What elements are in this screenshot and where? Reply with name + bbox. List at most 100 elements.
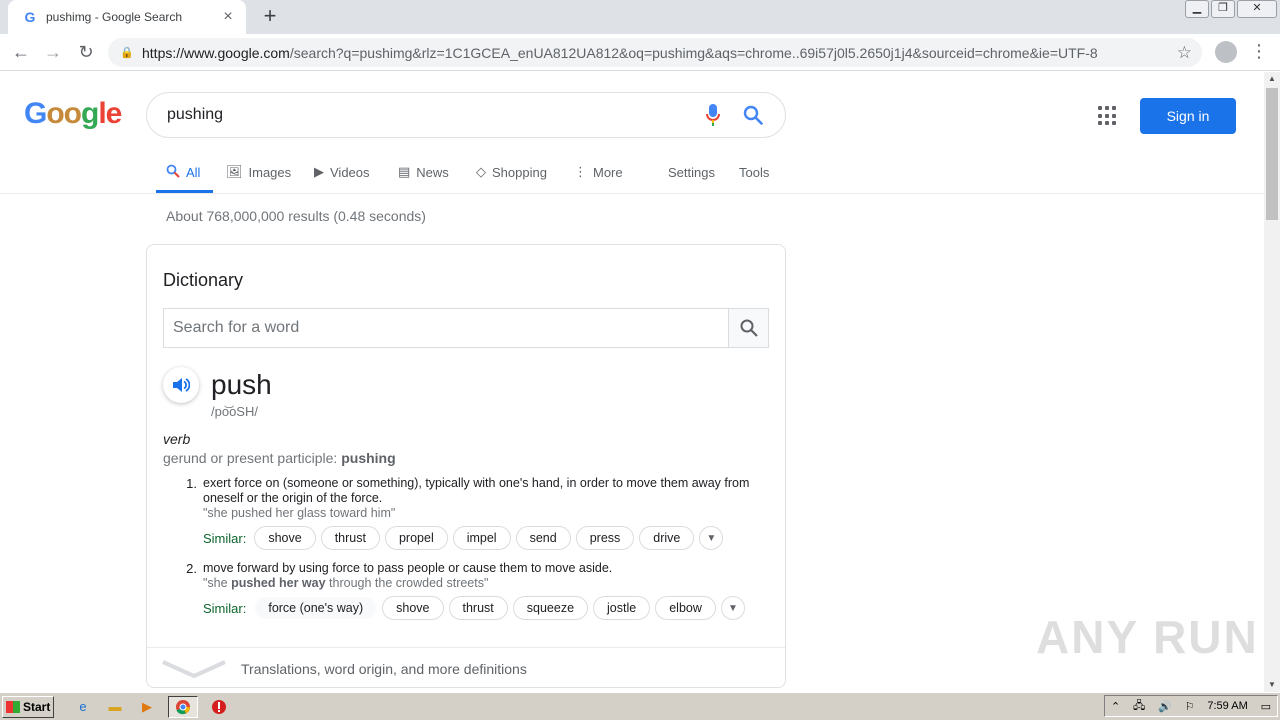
search-small-icon: [166, 164, 180, 181]
lock-icon: 🔒: [120, 47, 134, 59]
folder-icon[interactable]: ▬: [104, 696, 126, 718]
similar-words-row: Similar: force (one's way) shove thrust …: [203, 596, 745, 620]
chrome-taskbar-icon[interactable]: [168, 695, 198, 718]
system-tray: ⌃ 🖧 🔊 ⚐ 7:59 AM ▭: [1104, 695, 1278, 717]
video-icon: ▶: [314, 164, 324, 179]
scrollbar-thumb[interactable]: [1266, 88, 1278, 220]
search-input[interactable]: [167, 106, 701, 124]
definition-text: move forward by using force to pass peop…: [203, 561, 613, 575]
clock[interactable]: 7:59 AM: [1207, 700, 1247, 712]
tab-videos[interactable]: ▶ Videos: [314, 163, 370, 181]
forward-arrow-icon[interactable]: →: [40, 40, 66, 64]
browser-tab[interactable]: G pushimg - Google Search ×: [8, 0, 246, 34]
google-favicon-icon: G: [24, 9, 36, 25]
page-scrollbar[interactable]: ▲ ▼: [1264, 72, 1280, 692]
volume-icon[interactable]: 🔊: [1158, 700, 1172, 713]
chevron-down-icon[interactable]: ▼: [720, 596, 745, 620]
more-vertical-icon: ⋮: [574, 164, 587, 179]
similar-chip[interactable]: shove: [254, 526, 316, 550]
address-bar[interactable]: 🔒 https://www.google.com/search?q=pushim…: [108, 38, 1202, 67]
tab-news[interactable]: ▤ News: [398, 163, 449, 181]
definition-number: 1.: [186, 476, 197, 491]
restore-button[interactable]: ❐: [1211, 0, 1235, 18]
back-arrow-icon[interactable]: ←: [8, 40, 34, 64]
browser-tabstrip: G pushimg - Google Search × + ▁ ❐ ✕: [0, 0, 1280, 34]
search-box[interactable]: [146, 92, 786, 138]
definition-text: exert force on (someone or something), t…: [203, 476, 750, 505]
internet-explorer-icon[interactable]: e: [72, 696, 94, 718]
more-definitions-link[interactable]: Translations, word origin, and more defi…: [147, 647, 785, 687]
tray-expand-icon[interactable]: ⌃: [1111, 700, 1120, 713]
browser-toolbar: ← → ↻ 🔒 https://www.google.com/search?q=…: [0, 34, 1280, 71]
similar-label: Similar:: [203, 530, 247, 546]
profile-avatar-icon[interactable]: [1215, 41, 1237, 63]
start-button[interactable]: Start: [2, 695, 54, 718]
similar-words-row: Similar: shove thrust propel impel send …: [203, 526, 724, 550]
anyrun-watermark: ANY RUN: [1036, 611, 1259, 663]
similar-chip[interactable]: thrust: [320, 526, 380, 550]
similar-chip[interactable]: drive: [639, 526, 695, 550]
result-stats: About 768,000,000 results (0.48 seconds): [166, 208, 426, 224]
tab-tools[interactable]: Tools: [739, 163, 769, 181]
similar-chip[interactable]: elbow: [655, 596, 716, 620]
similar-label: Similar:: [203, 600, 247, 616]
search-icon: [740, 319, 758, 337]
speaker-icon: [173, 378, 190, 392]
news-icon: ▤: [398, 164, 411, 179]
new-tab-button[interactable]: +: [258, 5, 282, 29]
close-tab-icon[interactable]: ×: [220, 8, 236, 26]
chevron-down-icon: [147, 659, 241, 679]
pronunciation-speaker-button[interactable]: [163, 367, 199, 403]
similar-chip[interactable]: jostle: [593, 596, 651, 620]
search-tabs: All 🖼 Images ▶ Videos ▤ News ◇ Shopping ⋮ Mor…: [0, 152, 1264, 194]
show-desktop-icon[interactable]: ▭: [1261, 700, 1271, 713]
stop-sign-icon[interactable]: [208, 696, 230, 718]
windows-taskbar: Start e ▬ ▶ ⌃ 🖧 🔊 ⚐ 7:59 AM ▭: [0, 692, 1280, 720]
window-close-button[interactable]: ✕: [1237, 0, 1277, 18]
image-icon: 🖼: [226, 164, 243, 179]
similar-chip[interactable]: propel: [384, 526, 448, 550]
similar-chip[interactable]: press: [575, 526, 635, 550]
similar-chip[interactable]: impel: [452, 526, 511, 550]
google-doodle-logo[interactable]: Google: [24, 97, 122, 131]
chevron-down-icon[interactable]: ▼: [699, 526, 724, 550]
tab-shopping[interactable]: ◇ Shopping: [476, 163, 547, 181]
bookmark-star-icon[interactable]: ☆: [1177, 43, 1192, 63]
minimize-button[interactable]: ▁: [1185, 0, 1209, 18]
search-icon[interactable]: [741, 103, 765, 127]
dictionary-search-button[interactable]: [728, 309, 768, 347]
definition-example: "she pushed her way through the crowded …: [203, 576, 489, 590]
network-icon[interactable]: 🖧: [1133, 697, 1145, 716]
sign-in-button[interactable]: Sign in: [1140, 98, 1236, 134]
dictionary-search: [163, 308, 769, 348]
tab-more[interactable]: ⋮ More: [574, 163, 623, 181]
similar-chip[interactable]: shove: [382, 596, 444, 620]
scroll-down-arrow-icon[interactable]: ▼: [1264, 678, 1280, 692]
similar-chip[interactable]: squeeze: [512, 596, 589, 620]
tag-icon: ◇: [476, 164, 486, 179]
phonetic-spelling: /po͝oSH/: [211, 404, 258, 419]
similar-chip-plain: force (one's way): [254, 596, 378, 620]
microphone-icon[interactable]: [701, 103, 725, 127]
part-of-speech: verb: [163, 431, 191, 447]
dictionary-heading: Dictionary: [163, 270, 244, 290]
more-definitions-text: Translations, word origin, and more defi…: [241, 660, 527, 677]
scroll-up-arrow-icon[interactable]: ▲: [1264, 72, 1280, 86]
action-center-flag-icon[interactable]: ⚐: [1185, 700, 1195, 713]
similar-chip[interactable]: thrust: [448, 596, 508, 620]
url-text[interactable]: https://www.google.com/search?q=pushimg&…: [142, 45, 1169, 61]
windows-logo-icon: [6, 700, 20, 713]
tab-title: pushimg - Google Search: [46, 10, 183, 24]
window-controls: ▁ ❐ ✕: [1183, 0, 1277, 18]
tab-images[interactable]: 🖼 Images: [226, 163, 291, 181]
headword: push: [211, 369, 272, 400]
media-player-icon[interactable]: ▶: [136, 696, 158, 718]
browser-menu-icon[interactable]: ⋮: [1250, 40, 1268, 62]
google-apps-icon[interactable]: [1098, 106, 1118, 126]
similar-chip[interactable]: send: [515, 526, 571, 550]
tab-settings[interactable]: Settings: [668, 163, 715, 181]
tab-all[interactable]: All: [166, 163, 200, 181]
definition-number: 2.: [186, 561, 197, 576]
dictionary-search-input[interactable]: [164, 309, 728, 347]
reload-icon[interactable]: ↻: [73, 40, 99, 64]
